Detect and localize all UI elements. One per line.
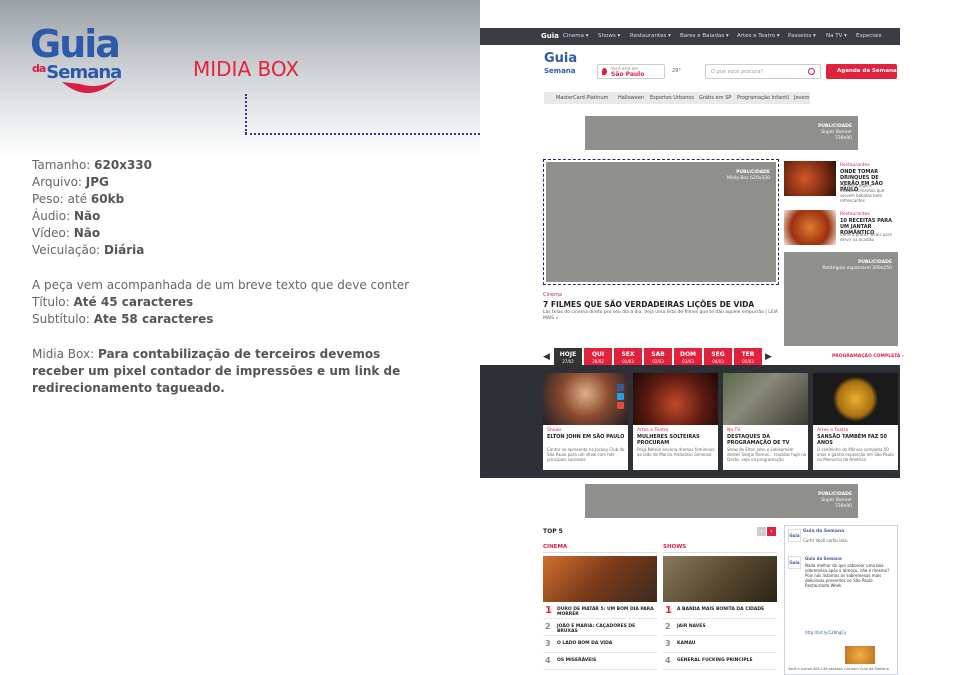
post-image [845,646,875,664]
nav-item[interactable]: Shows ▾ [598,33,620,39]
next-arrow-icon[interactable]: ▶ [765,352,773,362]
nav-item[interactable]: Na TV ▾ [826,33,847,39]
spec-schedule: Veiculação: Diária [32,243,145,257]
list-item[interactable]: 3O LADO BOM DA VIDA [543,636,657,653]
subnav-item[interactable]: Grátis em SP [699,95,731,101]
spec-file: Arquivo: JPG [32,175,109,189]
nav-item[interactable]: Especiais [856,33,882,39]
gplus-icon[interactable] [617,402,624,409]
midia-box-title[interactable]: 7 FILMES QUE SÃO VERDADEIRAS LIÇÕES DE V… [543,300,754,309]
site-navbar: Guia Cinema ▾ Shows ▾ Restaurantes ▾ Bar… [480,28,900,45]
spec-weight: Peso: até 60kb [32,192,125,206]
midia-box-ad: PUBLICIDADE Mídia Box 620x330 [543,159,779,285]
column-heading: SHOWS [663,544,777,553]
column-heading: CINEMA [543,544,657,553]
super-banner-ad: PUBLICIDADE Super Banner 728x90 [585,484,858,518]
next-page-icon[interactable]: › [767,527,776,536]
logo-text-guia: Guia [30,22,121,66]
midia-box-category: Cinema [543,292,563,298]
top5-cinema: CINEMA 1 DURO DE MATAR 5: UM BOM DIA PARA… [543,544,657,670]
top5-pager: ‹ › [756,527,776,536]
location-pin-icon [602,68,607,75]
card-image [813,373,898,425]
nav-item[interactable]: Artes e Teatro ▾ [737,33,780,39]
column-image [543,556,657,602]
card-image [723,373,808,425]
facebook-icon[interactable] [617,384,624,391]
list-item[interactable]: 1A BANDA MAIS BONITA DA CIDADE [663,602,777,619]
specs-list: Tamanho: 620x330 Arquivo: JPG Peso: até … [32,157,152,259]
list-item[interactable]: 4 GENERAL FUCKING PRINCIPLE [663,653,777,670]
agenda-button[interactable]: Agenda da Semana [826,64,897,79]
guia-logo: Guia daSemana [30,24,130,106]
search-input[interactable]: O que você procura? [705,64,821,79]
midia-box-subtitle: Las telas do cinema direto pro seu dia a… [543,310,778,321]
site-logo[interactable]: Guia Semana [544,52,577,78]
top5-shows: SHOWS 1A BANDA MAIS BONITA DA CIDADE 2 JA… [663,544,777,670]
side-article[interactable]: Restaurantes ONDE TOMAR DRINQUES DE VERÃ… [784,161,898,209]
page-title: MIDIA BOX [193,57,300,81]
nav-item[interactable]: Cinema ▾ [563,33,588,39]
nav-item[interactable]: Bares e Baladas ▾ [680,33,729,39]
card-image [633,373,718,425]
full-program-link[interactable]: PROGRAMAÇÃO COMPLETA › [832,354,904,359]
weather-widget: 29° [672,68,681,74]
spec-video: Vídeo: Não [32,226,101,240]
subnav-item[interactable]: MasterCard Platinum [556,95,608,101]
card-image [543,373,628,425]
nav-item[interactable]: Passeios ▾ [788,33,816,39]
prev-arrow-icon[interactable]: ◀ [543,352,551,362]
text-requirements: A peça vem acompanhada de um breve texto… [32,278,410,326]
prev-page-icon[interactable]: ‹ [757,527,766,536]
midia-box-note: Midia Box: Para contabilização de tercei… [32,347,401,395]
subnav-item[interactable]: Programação Infantil [737,95,789,101]
list-item[interactable]: 3 KAMAU [663,636,777,653]
nav-item[interactable]: Restaurantes ▾ [630,33,671,39]
twitter-icon[interactable] [617,393,624,400]
logo-swoosh-icon [62,78,118,94]
featured-card[interactable]: Artes e Teatro SANSÃO TAMBÉM FAZ 50 ANOS… [813,373,898,470]
list-item[interactable]: 1 DURO DE MATAR 5: UM BOM DIA PARA MORRER [543,602,657,619]
side-article[interactable]: Restaurantes 10 RECEITAS PARA UM JANTAR … [784,210,898,258]
avatar: Guia [788,529,801,542]
featured-card[interactable]: Na TV DESTAQUES DA PROGRAMAÇÃO DE TV Sho… [723,373,808,470]
featured-card[interactable]: Artes e Teatro MULHERES SOLTEIRAS PROCUR… [633,373,718,470]
city-selector[interactable]: Você está em São Paulo [597,64,665,79]
site-mockup: Guia Cinema ▾ Shows ▾ Restaurantes ▾ Bar… [480,28,904,675]
subnav-item[interactable]: Halloween [618,95,644,101]
list-item[interactable]: 2 JAIR NAVES [663,619,777,636]
article-thumbnail [784,210,836,245]
article-thumbnail [784,161,836,196]
spec-audio: Áudio: Não [32,209,101,223]
nav-logo: Guia [541,32,559,40]
column-image [663,556,777,602]
social-share [617,384,625,411]
search-icon[interactable] [808,68,815,75]
sub-nav: MasterCard Platinum Halloween Esportes U… [544,92,810,104]
featured-card[interactable]: Shows ELTON JOHN EM SÃO PAULO Cantor se … [543,373,628,470]
super-banner-ad: PUBLICIDADE Super Banner 728x90 [585,116,858,150]
avatar: Guia [788,556,801,569]
spec-size: Tamanho: 620x330 [32,158,152,172]
list-item[interactable]: 2 JOÃO E MARIA: CAÇADORES DE BRUXAS [543,619,657,636]
rectangle-ad: PUBLICIDADE Retângulo expansível 300x250 [784,252,898,346]
subnav-item[interactable]: Jovem [794,95,809,101]
list-item[interactable]: 4 OS MISERÁVEIS [543,653,657,670]
top5-heading: TOP 5 [543,528,563,535]
connector-line [245,94,247,134]
facebook-widget: Guia Guia da Semana Curtir Você curtiu i… [784,525,898,675]
subnav-item[interactable]: Esportes Urbanos [650,95,694,101]
